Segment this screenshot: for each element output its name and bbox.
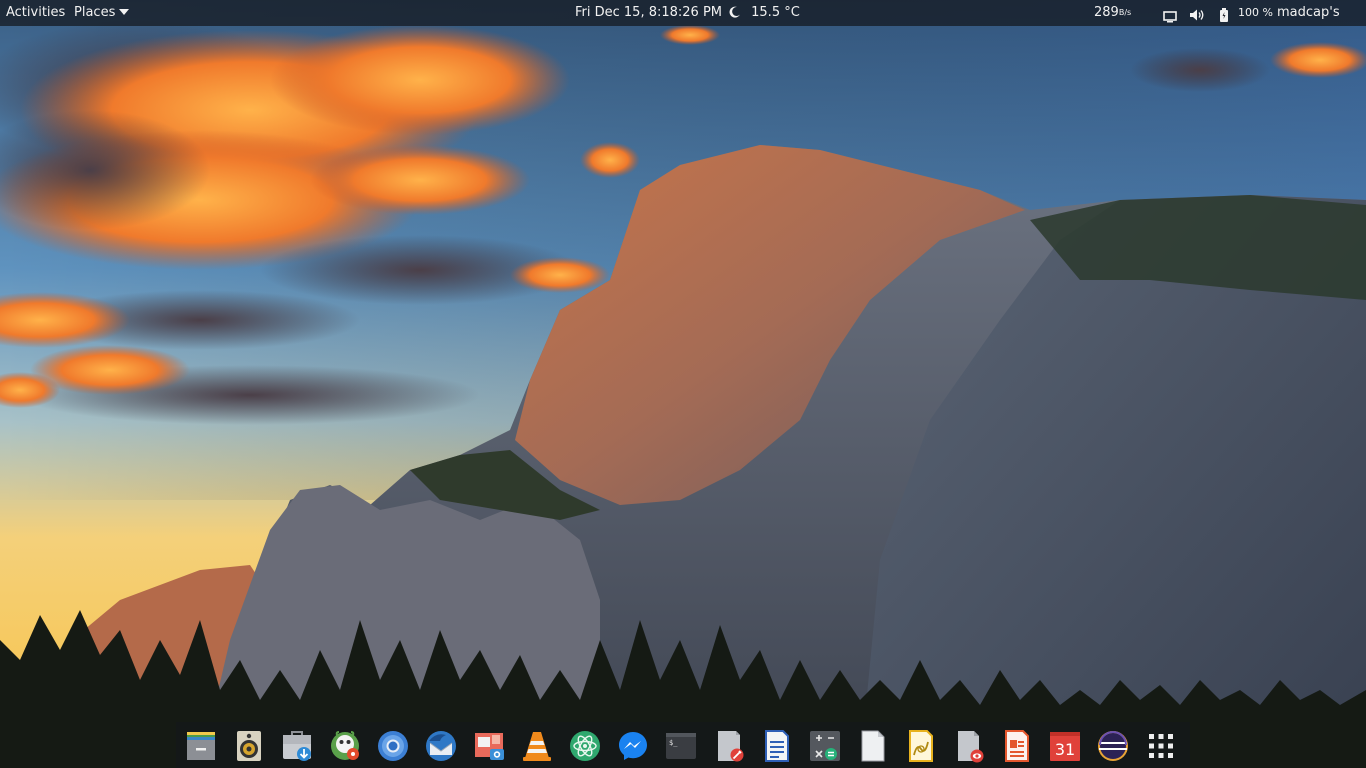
dock: $_ 31 bbox=[176, 722, 1190, 768]
file-manager-icon[interactable] bbox=[184, 729, 218, 763]
atom-icon[interactable] bbox=[568, 729, 602, 763]
eclipse-icon[interactable] bbox=[1096, 729, 1130, 763]
battery-icon[interactable] bbox=[1219, 6, 1229, 22]
draw-icon[interactable] bbox=[904, 729, 938, 763]
thunderbird-icon[interactable] bbox=[424, 729, 458, 763]
volume-icon[interactable] bbox=[1189, 6, 1205, 21]
desktop-wallpaper bbox=[0, 0, 1366, 768]
messenger-icon[interactable] bbox=[616, 729, 650, 763]
network-speed-unit: B/s bbox=[1118, 8, 1132, 17]
calendar-day-label: 31 bbox=[1055, 740, 1075, 759]
weather-indicator[interactable]: 15.5 °C bbox=[729, 0, 800, 26]
chromium-icon[interactable] bbox=[376, 729, 410, 763]
terminal-icon[interactable]: $_ bbox=[664, 729, 698, 763]
network-speed-value: 289 bbox=[1094, 5, 1119, 20]
places-label: Places bbox=[74, 5, 116, 20]
display-icon[interactable] bbox=[1163, 7, 1177, 23]
screenshot-icon[interactable] bbox=[472, 729, 506, 763]
temperature-label: 15.5 °C bbox=[751, 5, 800, 20]
calculator-icon[interactable] bbox=[808, 729, 842, 763]
software-install-icon[interactable] bbox=[280, 729, 314, 763]
document-writer-icon[interactable] bbox=[760, 729, 794, 763]
places-menu[interactable]: Places bbox=[74, 0, 130, 26]
network-speed[interactable]: 289B/s bbox=[1094, 0, 1131, 26]
svg-text:$_: $_ bbox=[669, 739, 678, 747]
document-viewer-icon[interactable] bbox=[952, 729, 986, 763]
blank-document-icon[interactable] bbox=[856, 729, 890, 763]
user-menu[interactable]: madcap's bbox=[1277, 0, 1340, 26]
battery-percentage: 100 % bbox=[1238, 6, 1273, 19]
vlc-icon[interactable] bbox=[520, 729, 554, 763]
moon-icon bbox=[729, 6, 740, 18]
chevron-down-icon bbox=[119, 8, 130, 15]
text-editor-icon[interactable] bbox=[712, 729, 746, 763]
clock[interactable]: Fri Dec 15, 8:18:26 PM bbox=[575, 0, 722, 26]
gimp-icon[interactable] bbox=[328, 729, 362, 763]
speaker-icon[interactable] bbox=[232, 729, 266, 763]
presentation-icon[interactable] bbox=[1000, 729, 1034, 763]
app-grid-icon[interactable] bbox=[1144, 729, 1178, 763]
top-panel: Activities Places Fri Dec 15, 8:18:26 PM… bbox=[0, 0, 1366, 26]
activities-button[interactable]: Activities bbox=[6, 0, 65, 26]
calendar-icon[interactable]: 31 bbox=[1048, 729, 1082, 763]
